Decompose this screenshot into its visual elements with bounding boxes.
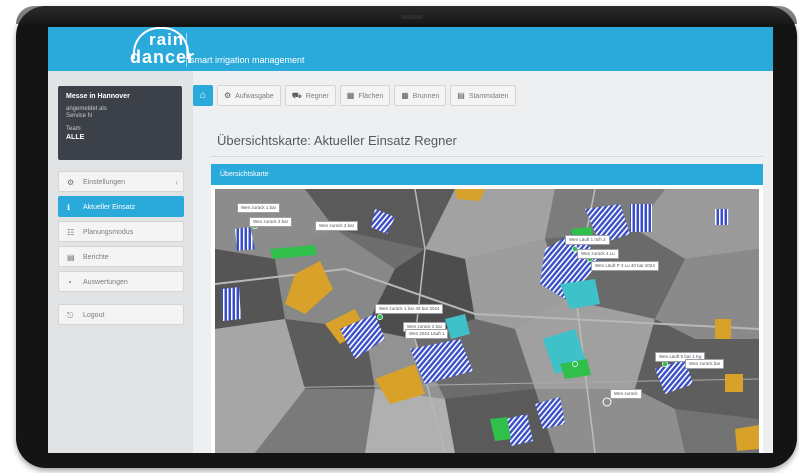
gear-icon: ⚙ [67,178,75,187]
settings-icon: ⚙ [224,91,232,100]
tractor-icon: ⛟ [291,91,302,100]
top-toolbar: ⌂ ⚙ Aufwasgabe ⛟ Regner ▦ Flächen ▦ Brunnen ▤ Sta… [193,85,516,106]
sidebar-item-label: Berichte [83,254,109,261]
toolbar-button-label: Flächen [358,93,384,100]
sidebar-item-label: Planungsmodus [83,229,134,236]
map-marker-label[interactable]: Wen zurück 1 bar 40 bar 2024 [375,304,444,314]
sidebar-item-einstellungen[interactable]: ⚙ Einstellungen ‹ [58,171,184,192]
main-content: ⌂ ⚙ Aufwasgabe ⛟ Regner ▦ Flächen ▦ Brunnen ▤ Sta… [193,71,773,453]
app-screen: rain dancer smart irrigation management … [48,27,773,453]
sidebar-item-auswertungen[interactable]: ◔ Auswertungen [58,271,184,292]
user-name: Service N [66,113,93,119]
header-divider [186,33,187,67]
map-marker-label[interactable]: Wen zurück [610,389,642,399]
well-icon: ▦ [401,91,409,100]
logout-label: Logout [83,312,105,319]
team-label: Team [66,126,81,132]
map-marker-label[interactable]: Wen zurück 2 bar [249,217,293,227]
field-icon: ▦ [346,91,355,100]
toolbar-button-stammdaten[interactable]: ▤ Stammdaten [450,85,516,106]
toolbar-button-regner[interactable]: ⛟ Regner [284,85,336,106]
page-title: Übersichtskarte: Aktueller Einsatz Regne… [217,133,457,148]
user-location: Messe in Hannover [66,93,130,100]
map-panel: Übersichtskarte Wen zurück 1 bar Wen zur… [211,164,763,453]
panel-header: Übersichtskarte [211,164,763,185]
sidebar-item-aktueller-einsatz[interactable]: ℹ Aktueller Einsatz [58,196,184,217]
sidebar: Messe in Hannover angemeldet als Service… [48,71,193,453]
map-marker-label[interactable]: Wen zurück 1 bar [237,203,281,213]
chart-icon: ◔ [67,278,72,287]
grid-icon: ☷ [67,228,75,237]
toolbar-button-brunnen[interactable]: ▦ Brunnen [394,85,447,106]
app-header: rain dancer smart irrigation management [48,27,773,71]
chevron-left-icon: ‹ [175,178,178,187]
map-marker-label[interactable]: Wen zurück 4 Lu [577,249,619,259]
sidebar-item-berichte[interactable]: ▤ Berichte [58,246,184,267]
logout-button[interactable]: ⎋ Logout [58,304,184,325]
sidebar-item-label: Aktueller Einsatz [83,204,136,211]
map-marker-label[interactable]: Wen zurück bar [685,359,725,369]
overview-map[interactable]: Wen zurück 1 bar Wen zurück 2 bar Wen zurü… [215,189,759,453]
map-marker-label[interactable]: Wen zurück 3 bar [315,221,359,231]
app-tagline: smart irrigation management [190,55,305,65]
map-marker-label[interactable]: Wen 2024 Läuft 1 [405,329,449,339]
sidebar-item-label: Auswertungen [83,279,128,286]
sidebar-menu: ⚙ Einstellungen ‹ ℹ Aktueller Einsatz ☷ Planun… [58,171,184,329]
map-marker-label[interactable]: Wen Läuft 1 m/h 2 [565,235,610,245]
user-info-box: Messe in Hannover angemeldet als Service… [58,86,182,160]
home-button[interactable]: ⌂ [193,85,213,106]
user-login-label: angemeldet als [66,106,107,112]
report-icon: ▤ [67,253,75,262]
database-icon: ▤ [457,91,465,100]
satellite-map-canvas[interactable] [215,189,759,453]
toolbar-button-label: Regner [305,93,329,100]
team-value: ALLE [66,134,85,141]
sidebar-item-planungsmodus[interactable]: ☷ Planungsmodus [58,221,184,242]
logout-icon: ⎋ [67,311,74,320]
info-icon: ℹ [67,203,71,212]
toolbar-button-label: Aufwasgabe [235,93,274,100]
sidebar-item-label: Einstellungen [83,179,126,186]
toolbar-button-aufwasgabe[interactable]: ⚙ Aufwasgabe [217,85,281,106]
toolbar-button-label: Brunnen [412,93,440,100]
tablet-camera [401,15,423,19]
toolbar-button-label: Stammdaten [468,93,509,100]
home-icon: ⌂ [199,90,207,101]
title-divider [211,156,763,157]
map-marker-label[interactable]: Wen Läuft P 3 Lu 40 bar 2024 [591,261,659,271]
toolbar-button-flächen[interactable]: ▦ Flächen [339,85,391,106]
